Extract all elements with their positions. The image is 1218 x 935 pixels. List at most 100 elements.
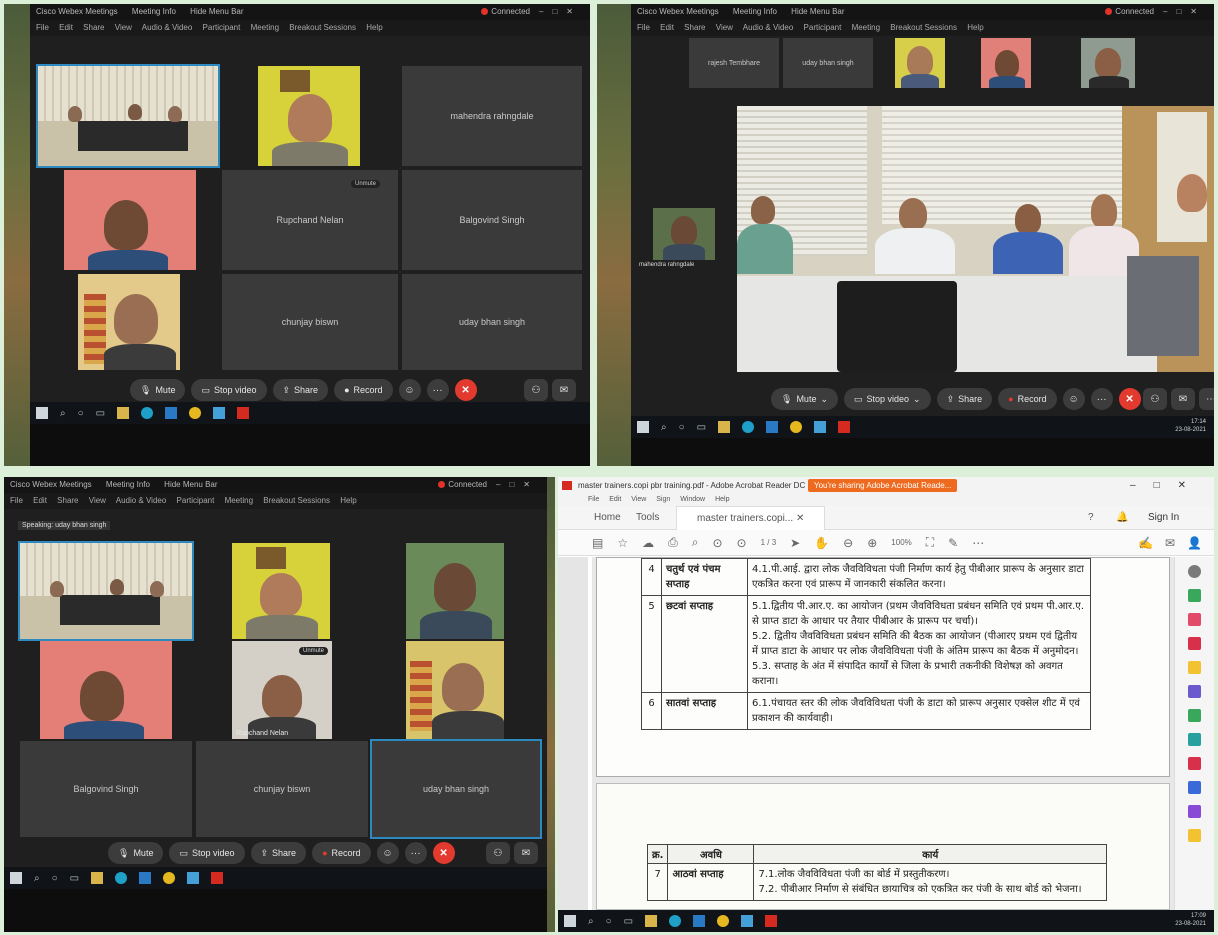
participants-icon[interactable]: ⚇	[1143, 388, 1167, 410]
acrobat-taskbar-icon[interactable]	[211, 872, 224, 884]
export-pdf-icon[interactable]	[1188, 589, 1201, 602]
page-down-icon[interactable]: ⊙	[737, 536, 747, 550]
more-button[interactable]: ···	[426, 379, 449, 401]
combine-files-icon[interactable]	[1188, 685, 1201, 698]
participant-tile-4[interactable]: chunjay biswn	[222, 274, 398, 370]
participant-tile-3[interactable]: uday bhan singh	[370, 739, 542, 839]
menu-participant[interactable]: Participant	[804, 23, 842, 32]
menu-breakout[interactable]: Breakout Sessions	[289, 23, 356, 32]
share-button[interactable]: ⇪ Share	[250, 842, 307, 864]
participants-icon[interactable]: ⚇	[486, 842, 510, 864]
menu-help[interactable]: Help	[340, 496, 356, 505]
chrome-icon[interactable]	[189, 407, 202, 419]
menu-edit[interactable]: Edit	[609, 496, 621, 503]
menu-view[interactable]: View	[115, 23, 132, 32]
file-explorer-icon[interactable]	[718, 421, 731, 433]
end-meeting-button[interactable]: ✕	[454, 379, 477, 401]
tab-home[interactable]: Home	[594, 506, 621, 530]
menu-audio-video[interactable]: Audio & Video	[116, 496, 167, 505]
strip-video-3[interactable]	[1081, 38, 1135, 88]
video-tile-participant-1[interactable]	[258, 66, 360, 166]
menu-view[interactable]: View	[716, 23, 733, 32]
strip-video-2[interactable]	[981, 38, 1031, 88]
menu-audio-video[interactable]: Audio & Video	[142, 23, 193, 32]
video-tile-participant-3[interactable]	[406, 641, 504, 739]
file-explorer-icon[interactable]	[91, 872, 104, 884]
organize-pages-icon[interactable]	[1188, 709, 1201, 722]
menu-help[interactable]: Help	[366, 23, 382, 32]
acrobat-taskbar-icon[interactable]	[765, 915, 778, 927]
participant-tile-5[interactable]: uday bhan singh	[402, 274, 582, 370]
more-panels-icon[interactable]: ⋯	[1199, 388, 1214, 410]
search-icon[interactable]: ⌕	[661, 422, 667, 433]
upload-icon[interactable]: ☁	[642, 536, 654, 550]
end-meeting-button[interactable]: ✕	[432, 842, 455, 864]
compress-icon[interactable]	[1188, 733, 1201, 746]
menu-help[interactable]: Help	[967, 23, 983, 32]
menu-meeting[interactable]: Meeting	[251, 23, 279, 32]
menu-audio-video[interactable]: Audio & Video	[743, 23, 794, 32]
share-button[interactable]: ⇪ Share	[936, 388, 993, 410]
file-explorer-icon[interactable]	[645, 915, 658, 927]
hand-icon[interactable]: ✋	[814, 536, 829, 550]
video-tile-room[interactable]	[36, 64, 220, 168]
mute-button[interactable]: 🎙 Mute	[108, 842, 164, 864]
bookmark-icon[interactable]: ☆	[617, 536, 628, 550]
video-tile-participant-5[interactable]: Rupchand Nelan Unmute	[232, 641, 332, 739]
menu-breakout[interactable]: Breakout Sessions	[263, 496, 330, 505]
stop-video-button[interactable]: ▭ Stop video	[191, 379, 267, 401]
document-viewport[interactable]: 4 चतुर्थ एवं पंचम सप्ताह 4.1.पी.आई. द्वा…	[592, 557, 1174, 910]
taskbar-clock[interactable]: 17:09 23-08-2021	[1175, 912, 1206, 928]
prepare-form-icon[interactable]	[1188, 829, 1201, 842]
fit-page-icon[interactable]: ⛶	[926, 535, 934, 550]
help-icon[interactable]: ?	[1088, 506, 1094, 530]
menu-file[interactable]: File	[588, 496, 599, 503]
stop-video-button[interactable]: ▭ Stop video	[169, 842, 245, 864]
video-tile-participant-1[interactable]	[232, 543, 330, 639]
chat-icon[interactable]: ✉	[514, 842, 538, 864]
page-indicator[interactable]: 1 / 3	[761, 538, 777, 547]
chrome-icon[interactable]	[790, 421, 803, 433]
unmute-tag[interactable]: Unmute	[298, 647, 328, 655]
app-icon[interactable]	[165, 407, 178, 419]
menu-edit[interactable]: Edit	[33, 496, 47, 505]
menu-breakout[interactable]: Breakout Sessions	[890, 23, 957, 32]
video-tile-participant-2[interactable]	[40, 641, 172, 739]
more-tools-icon[interactable]: ⋯	[972, 536, 984, 550]
meeting-info-button[interactable]: Meeting Info	[106, 480, 150, 489]
strip-tile-2[interactable]: uday bhan singh	[783, 38, 873, 88]
mute-button[interactable]: 🎙 Mute	[130, 379, 186, 401]
strip-tile-1[interactable]: rajesh Tembhare	[689, 38, 779, 88]
zoom-level[interactable]: 100%	[891, 538, 911, 547]
share-user-icon[interactable]: 👤	[1187, 536, 1202, 550]
menu-edit[interactable]: Edit	[660, 23, 674, 32]
windows-start-icon[interactable]	[36, 407, 48, 419]
window-controls[interactable]: –□✕	[1130, 477, 1204, 494]
menu-view[interactable]: View	[89, 496, 106, 505]
reactions-button[interactable]: ☺	[398, 379, 421, 401]
hide-menu-bar-button[interactable]: Hide Menu Bar	[791, 7, 844, 16]
comment-tool-icon[interactable]: ✎	[948, 536, 958, 550]
send-for-signature-icon[interactable]	[1188, 805, 1201, 818]
search-icon[interactable]: ⌕	[60, 408, 66, 419]
main-video-room[interactable]	[737, 106, 1214, 372]
fill-sign-icon[interactable]	[1188, 757, 1201, 770]
participants-icon[interactable]: ⚇	[524, 379, 548, 401]
strip-video-1[interactable]	[895, 38, 945, 88]
video-tile-room[interactable]	[18, 541, 194, 641]
windows-start-icon[interactable]	[637, 421, 649, 433]
page-up-icon[interactable]: ⊙	[712, 536, 722, 550]
task-view-icon[interactable]: ▭	[70, 873, 79, 884]
menu-help[interactable]: Help	[715, 496, 729, 503]
more-button[interactable]: ···	[404, 842, 427, 864]
chat-icon[interactable]: ✉	[552, 379, 576, 401]
menu-meeting[interactable]: Meeting	[852, 23, 880, 32]
menu-window[interactable]: Window	[680, 496, 705, 503]
app-icon[interactable]	[693, 915, 706, 927]
menu-participant[interactable]: Participant	[203, 23, 241, 32]
menu-share[interactable]: Share	[83, 23, 104, 32]
webex-taskbar-icon[interactable]	[213, 407, 226, 419]
search-tool-icon[interactable]	[1188, 565, 1201, 578]
share-button[interactable]: ⇪ Share	[272, 379, 329, 401]
menu-share[interactable]: Share	[57, 496, 78, 505]
